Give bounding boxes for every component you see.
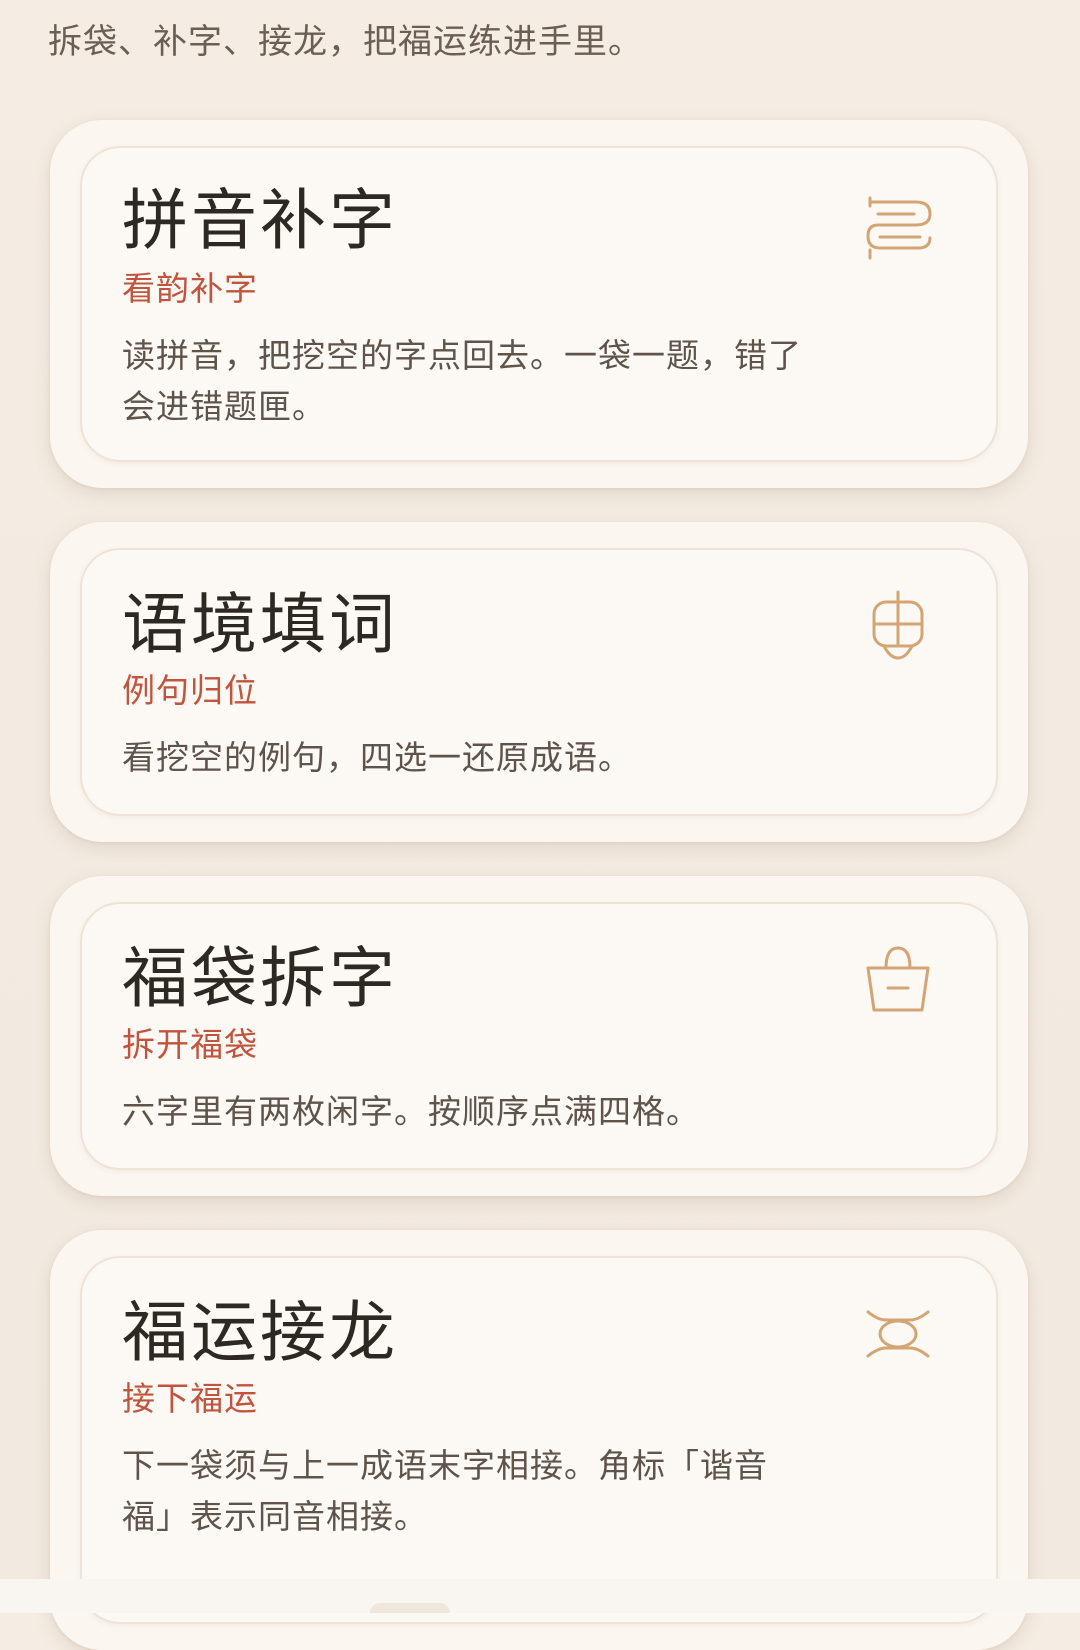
card-title: 语境填词 [122, 586, 398, 663]
scroll-icon [860, 192, 936, 268]
card-title: 福运接龙 [122, 1294, 398, 1371]
card-description: 看挖空的例句，四选一还原成语。 [122, 738, 632, 777]
lantern-icon [860, 588, 936, 664]
mode-card-context[interactable]: 语境填词 例句归位 看挖空的例句，四选一还原成语。 [50, 522, 1028, 842]
card-description: 下一袋须与上一成语末字相接。角标「谐音福」表示同音相接。 [122, 1446, 768, 1536]
intro-text: 拆袋、补字、接龙，把福运练进手里。 [48, 22, 643, 62]
card-subtitle: 例句归位 [122, 671, 258, 710]
bottom-handle [370, 1603, 450, 1613]
knot-icon [860, 1296, 936, 1372]
card-description: 六字里有两枚闲字。按顺序点满四格。 [122, 1092, 700, 1131]
card-subtitle: 拆开福袋 [122, 1025, 258, 1064]
card-title: 福袋拆字 [122, 940, 398, 1017]
bottom-bar [0, 1579, 1080, 1613]
bag-icon [860, 942, 936, 1018]
card-title: 拼音补字 [122, 182, 398, 259]
card-subtitle: 接下福运 [122, 1379, 258, 1418]
card-subtitle: 看韵补字 [122, 269, 258, 308]
card-description: 读拼音，把挖空的字点回去。一袋一题，错了会进错题匣。 [122, 336, 802, 426]
mode-card-pinyin[interactable]: 拼音补字 看韵补字 读拼音，把挖空的字点回去。一袋一题，错了会进错题匣。 [50, 120, 1028, 488]
mode-card-bag[interactable]: 福袋拆字 拆开福袋 六字里有两枚闲字。按顺序点满四格。 [50, 876, 1028, 1196]
